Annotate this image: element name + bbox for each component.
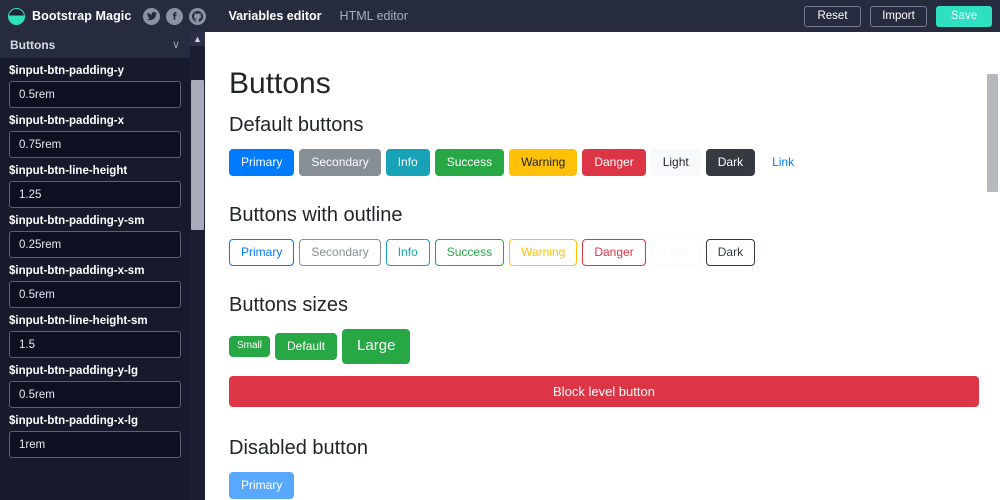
outline-button-secondary[interactable]: Secondary	[299, 239, 381, 266]
reset-button[interactable]: Reset	[804, 5, 861, 27]
variable-label: $input-btn-padding-y	[9, 65, 124, 77]
outline-button-info[interactable]: Info	[385, 239, 430, 266]
editor-tabs: Variables editor HTML editor	[228, 9, 407, 23]
main-scrollbar[interactable]	[985, 32, 1000, 500]
outline-button-success[interactable]: Success	[434, 239, 505, 266]
variable-input[interactable]	[9, 281, 181, 308]
facebook-icon[interactable]	[166, 7, 184, 25]
sidebar-section-title: Buttons	[10, 37, 56, 52]
button-warning[interactable]: Warning	[509, 149, 578, 176]
section-title-disabled: Disabled button	[229, 436, 368, 459]
variable-input[interactable]	[9, 231, 181, 258]
outline-button-light[interactable]: Light	[650, 239, 701, 266]
button-info[interactable]: Info	[385, 149, 430, 176]
outline-button-warning[interactable]: Warning	[509, 239, 578, 266]
sidebar-section-buttons[interactable]: Buttons ∨	[0, 32, 190, 58]
variable-field: $input-btn-padding-y-sm	[0, 208, 190, 258]
outline-button-danger[interactable]: Danger	[582, 239, 646, 266]
variable-label: $input-btn-padding-x-lg	[9, 415, 139, 427]
button-light[interactable]: Light	[650, 149, 701, 176]
brand[interactable]: Bootstrap Magic	[0, 7, 132, 25]
variable-input[interactable]	[9, 331, 181, 358]
variable-field: $input-btn-padding-x-lg	[0, 408, 190, 458]
button-secondary[interactable]: Secondary	[299, 149, 381, 176]
variable-label: $input-btn-padding-x	[9, 115, 124, 127]
bootstrap-magic-logo-icon	[8, 7, 25, 25]
size-button-default[interactable]: Default	[275, 332, 338, 360]
outline-button-dark[interactable]: Dark	[705, 239, 756, 266]
variable-field: $input-btn-padding-x	[0, 108, 190, 158]
preview-pane: Buttons Default buttons Primary Secondary…	[205, 32, 985, 500]
variable-field: $input-btn-padding-y	[0, 58, 190, 108]
twitter-icon[interactable]	[143, 7, 161, 25]
section-title-sizes: Buttons sizes	[229, 294, 348, 316]
variable-label: $input-btn-padding-y-lg	[9, 365, 139, 377]
default-buttons-row: Primary Secondary Info Success Warning Danger…	[229, 149, 985, 176]
variable-input[interactable]	[9, 181, 181, 208]
top-bar: Bootstrap Magic Variables editor HTML ed…	[0, 0, 1000, 32]
variable-field: $input-btn-padding-y-lg	[0, 358, 190, 408]
button-primary[interactable]: Primary	[229, 149, 295, 176]
chevron-down-icon: ∨	[171, 39, 180, 51]
main-scrollbar-thumb[interactable]	[987, 74, 998, 192]
size-button-large[interactable]: Large	[342, 329, 411, 364]
outline-buttons-row: Primary Secondary Info Success Warning Danger…	[229, 239, 985, 266]
variable-field-list: $input-btn-padding-y $input-btn-padding-x…	[0, 58, 190, 458]
brand-title: Bootstrap Magic	[32, 9, 132, 23]
sidebar-scrollbar[interactable]: ▲	[190, 32, 205, 500]
button-success[interactable]: Success	[434, 149, 505, 176]
disabled-primary-button: Primary	[229, 471, 295, 499]
block-level-button[interactable]: Block level button	[229, 375, 979, 407]
variable-field: $input-btn-line-height-sm	[0, 308, 190, 358]
tab-variables-editor[interactable]: Variables editor	[228, 9, 321, 23]
sizes-buttons-row: Small Default Large	[229, 329, 985, 364]
tab-html-editor[interactable]: HTML editor	[340, 9, 408, 23]
caret-up-icon[interactable]: ▲	[190, 32, 205, 46]
button-link[interactable]: Link	[760, 149, 806, 176]
social-links	[143, 7, 207, 25]
variables-sidebar: Buttons ∨ $input-btn-padding-y$input-btn…	[0, 32, 190, 500]
variable-input[interactable]	[9, 81, 181, 108]
variable-input[interactable]	[9, 431, 181, 458]
variable-label: $input-btn-line-height-sm	[9, 315, 148, 327]
sidebar-scrollbar-thumb[interactable]	[191, 80, 204, 230]
variable-field: $input-btn-padding-x-sm	[0, 258, 190, 308]
variable-label: $input-btn-line-height	[9, 165, 128, 177]
button-dark[interactable]: Dark	[705, 149, 756, 176]
page-title: Buttons	[229, 67, 331, 100]
save-button[interactable]: Save	[936, 5, 992, 27]
variable-label: $input-btn-padding-x-sm	[9, 265, 145, 277]
section-title-default: Default buttons	[229, 114, 364, 136]
button-danger[interactable]: Danger	[582, 149, 646, 176]
github-icon[interactable]	[189, 7, 207, 25]
variable-label: $input-btn-padding-y-sm	[9, 215, 145, 227]
variable-field: $input-btn-line-height	[0, 158, 190, 208]
variable-input[interactable]	[9, 131, 181, 158]
section-title-outline: Buttons with outline	[229, 204, 403, 226]
outline-button-primary[interactable]: Primary	[229, 239, 295, 266]
toolbar-actions: Reset Import Save	[804, 5, 1000, 27]
size-button-small[interactable]: Small	[229, 336, 271, 357]
variable-input[interactable]	[9, 381, 181, 408]
import-button[interactable]: Import	[870, 5, 927, 27]
